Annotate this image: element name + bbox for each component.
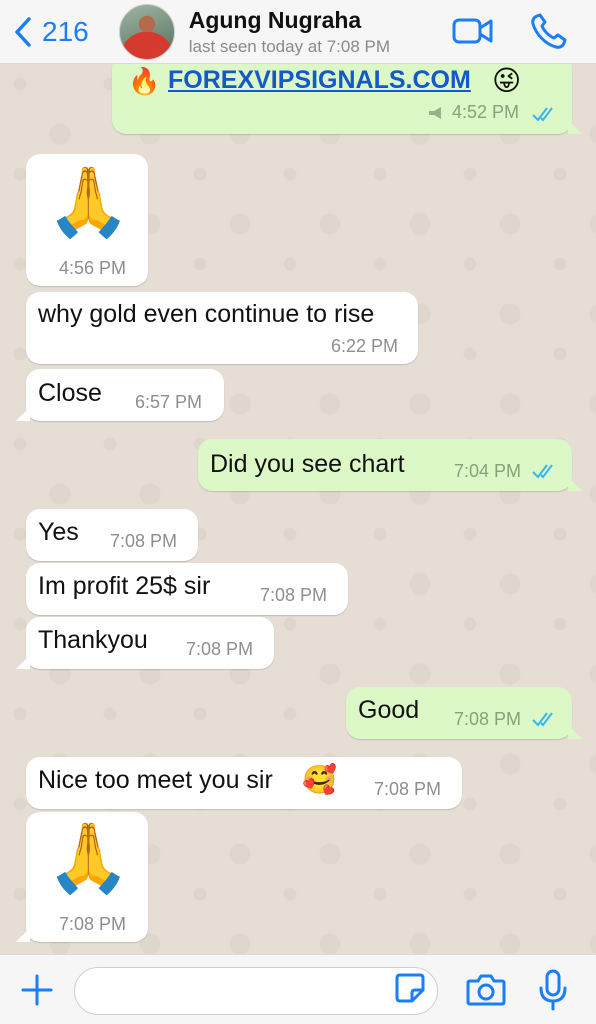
praying-hands-emoji: 🙏 — [46, 164, 131, 240]
message-text: Thankyou — [38, 626, 148, 654]
message-time: 6:57 PM — [135, 392, 203, 412]
message-input[interactable] — [74, 967, 438, 1015]
message-bubble-incoming[interactable]: Close 6:57 PM — [16, 369, 224, 421]
message-time: 7:08 PM — [374, 779, 442, 799]
microphone-icon[interactable] — [538, 969, 568, 1011]
message-list[interactable]: 🔥 FOREXVIPSIGNALS.COM 😜 4:52 PM 🙏 4:56 P… — [0, 64, 596, 954]
phone-icon[interactable] — [528, 12, 568, 52]
megaphone-icon — [429, 107, 441, 119]
message-time: 7:04 PM — [454, 461, 522, 481]
website-link[interactable]: FOREXVIPSIGNALS.COM — [168, 66, 471, 95]
unread-count: 216 — [42, 15, 89, 47]
contact-name: Agung Nugraha — [188, 6, 362, 33]
double-check-icon — [532, 107, 553, 122]
message-time: 7:08 PM — [186, 639, 254, 659]
message-bubble-incoming[interactable]: 🙏 4:56 PM — [26, 154, 148, 286]
composer-bar — [0, 954, 596, 1024]
avatar[interactable] — [118, 3, 175, 60]
message-bubble-outgoing[interactable]: 🔥 FOREXVIPSIGNALS.COM 😜 4:52 PM — [112, 64, 582, 134]
message-text: Did you see chart — [210, 450, 405, 478]
camera-icon[interactable] — [466, 971, 506, 1007]
message-bubble-incoming[interactable]: Im profit 25$ sir 7:08 PM — [26, 563, 348, 615]
message-time: 4:52 PM — [452, 102, 520, 122]
message-time: 7:08 PM — [110, 531, 178, 551]
message-text: Nice too meet you sir — [38, 766, 273, 794]
chat-header: 216 Agung Nugraha last seen today at 7:0… — [0, 0, 596, 64]
double-check-icon — [532, 464, 553, 479]
message-text: Good — [358, 696, 420, 724]
smiling-hearts-emoji: 🥰 — [302, 764, 337, 795]
praying-hands-emoji: 🙏 — [46, 820, 131, 896]
message-text: Close — [38, 379, 102, 407]
message-time: 7:08 PM — [260, 585, 328, 605]
message-bubble-outgoing[interactable]: Did you see chart 7:04 PM — [198, 439, 582, 491]
video-call-icon[interactable] — [452, 12, 494, 50]
last-seen-status: last seen today at 7:08 PM — [188, 36, 391, 56]
message-bubble-incoming[interactable]: why gold even continue to rise 6:22 PM — [26, 292, 418, 364]
plus-icon[interactable] — [20, 973, 54, 1007]
message-time: 4:56 PM — [59, 258, 127, 278]
back-button[interactable]: 216 — [12, 16, 89, 48]
message-bubble-incoming[interactable]: 🙏 7:08 PM — [16, 812, 148, 942]
message-bubble-incoming[interactable]: Nice too meet you sir 🥰 7:08 PM — [26, 757, 462, 809]
message-bubble-outgoing[interactable]: Good 7:08 PM — [346, 687, 582, 739]
double-check-icon — [532, 712, 553, 727]
chevron-left-icon — [15, 16, 31, 47]
fire-emoji: 🔥 — [128, 66, 161, 96]
sticker-icon[interactable] — [394, 972, 426, 1004]
contact-info[interactable]: Agung Nugraha last seen today at 7:08 PM — [189, 7, 390, 57]
message-time: 7:08 PM — [59, 914, 127, 934]
message-time: 6:22 PM — [331, 336, 399, 356]
message-bubble-incoming[interactable]: Yes 7:08 PM — [26, 509, 198, 561]
message-bubble-incoming[interactable]: Thankyou 7:08 PM — [16, 617, 274, 669]
message-text: Im profit 25$ sir — [38, 572, 211, 600]
winking-emoji: 😜 — [492, 65, 522, 96]
message-time: 7:08 PM — [454, 709, 522, 729]
message-text: why gold even continue to rise — [38, 300, 375, 328]
message-text: Yes — [38, 518, 79, 546]
